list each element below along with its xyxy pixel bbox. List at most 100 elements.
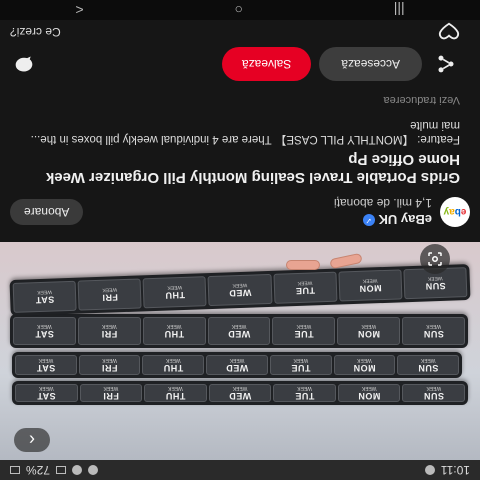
compartment-fri: FRI WEEK	[77, 317, 141, 345]
week-label: WEEK	[103, 385, 119, 391]
recents-icon[interactable]: |||	[394, 2, 405, 18]
seller-avatar[interactable]: ebay	[440, 197, 470, 227]
week-label: WEEK	[37, 288, 52, 296]
pin-description[interactable]: Feature: 【MONTHLY PILL CASE】 There are 4…	[10, 118, 460, 146]
signal-icon	[56, 466, 67, 474]
phone-screen: 10:11 72% ‹ SUN WEEK MON WEEK TUE WEEK WED WEEK…	[0, 0, 480, 480]
pill-capsule	[286, 260, 320, 270]
compartment-sun: SUN WEEK	[402, 317, 465, 345]
week-label: WEEK	[296, 323, 312, 329]
compartment-mon: MON WEEK	[337, 317, 401, 345]
week-label: WEEK	[297, 385, 312, 391]
week-label: WEEK	[229, 357, 245, 363]
day-label: MON	[358, 283, 382, 294]
week-label: WEEK	[38, 385, 54, 391]
compartment-sat: SAT WEEK	[12, 317, 76, 345]
compartment-mon: MON WEEK	[338, 269, 403, 302]
lens-icon	[428, 252, 442, 266]
day-label: FRI	[101, 363, 118, 373]
compartment-fri: FRI WEEK	[77, 278, 142, 311]
home-icon[interactable]: ○	[234, 2, 242, 18]
day-label: THU	[165, 391, 186, 401]
compartment-sat: SAT WEEK	[14, 384, 78, 402]
compartment-wed: WED WEEK	[207, 317, 271, 345]
week-label: WEEK	[168, 385, 183, 391]
compartment-fri: FRI WEEK	[78, 355, 141, 375]
compartment-tue: TUE WEEK	[273, 384, 336, 402]
day-label: TUE	[290, 363, 311, 373]
week-label: WEEK	[231, 323, 247, 329]
compartment-mon: MON WEEK	[337, 384, 401, 402]
week-label: WEEK	[293, 357, 309, 363]
week-label: WEEK	[426, 385, 442, 391]
day-label: TUE	[294, 329, 314, 339]
week-label: WEEK	[166, 323, 182, 329]
day-label: MON	[353, 363, 376, 373]
compartment-sat: SAT WEEK	[12, 280, 77, 313]
verified-icon: ✓	[362, 214, 375, 226]
week-label: WEEK	[37, 323, 52, 329]
compartment-mon: MON WEEK	[333, 355, 396, 375]
compartment-fri: FRI WEEK	[79, 384, 143, 402]
compartment-thu: THU WEEK	[144, 384, 207, 402]
save-button[interactable]: Salvează	[221, 47, 312, 81]
action-row: Accesează Salvează	[10, 46, 460, 82]
day-label: WED	[227, 329, 251, 339]
day-label: SAT	[35, 329, 54, 339]
follower-count: 1,4 mil. de abonați	[333, 196, 432, 211]
pill-organizer-row-1: SUN WEEK MON WEEK TUE WEEK WED WEEK THU WEEK FRI WE…	[12, 381, 468, 405]
compartment-thu: THU WEEK	[142, 276, 207, 309]
week-label: WEEK	[232, 281, 248, 289]
system-nav-bar: ||| ○ <	[0, 0, 480, 20]
status-right: 72%	[10, 463, 99, 477]
pill-organizer-row-3: SUN WEEK MON WEEK TUE WEEK WED WEEK THU WEEK FRI WE…	[10, 314, 468, 348]
day-label: SUN	[423, 329, 444, 339]
day-label: MON	[357, 329, 380, 339]
translate-link[interactable]: Vezi traducerea	[384, 94, 460, 106]
compartment-tue: TUE WEEK	[273, 271, 338, 304]
week-label: WEEK	[426, 323, 441, 329]
day-label: SUN	[417, 363, 439, 373]
location-icon	[88, 465, 99, 475]
reaction-prompt: Ce crezi?	[10, 25, 61, 39]
day-label: SUN	[424, 280, 446, 292]
week-label: WEEK	[362, 277, 378, 284]
clock: 10:11	[440, 463, 470, 477]
week-label: WEEK	[102, 357, 117, 363]
seller-name-row[interactable]: eBay UK ✓	[334, 213, 432, 228]
compartment-wed: WED WEEK	[208, 384, 272, 402]
compartment-tue: TUE WEEK	[272, 317, 336, 345]
day-label: SUN	[423, 391, 444, 401]
compartment-wed: WED WEEK	[206, 355, 268, 375]
comment-button[interactable]	[10, 50, 38, 78]
week-label: WEEK	[297, 279, 313, 286]
follow-button[interactable]: Abonare	[10, 199, 84, 225]
back-nav-icon[interactable]: <	[75, 2, 83, 18]
battery-level: 72%	[26, 463, 51, 477]
week-label: WEEK	[102, 286, 118, 293]
compartment-thu: THU WEEK	[142, 355, 205, 375]
week-label: WEEK	[101, 323, 117, 329]
pin-image[interactable]: ‹ SUN WEEK MON WEEK TUE WEEK WED WEEK THU WEEK FRI…	[0, 242, 480, 460]
compartment-tue: TUE WEEK	[269, 355, 332, 375]
day-label: MON	[357, 391, 381, 401]
day-label: FRI	[101, 292, 119, 303]
week-label: WEEK	[420, 357, 436, 363]
battery-icon	[10, 466, 20, 474]
week-label: WEEK	[357, 357, 372, 363]
day-label: SAT	[35, 294, 55, 306]
share-button[interactable]	[432, 50, 460, 78]
day-label: WED	[228, 391, 252, 401]
status-bar: 10:11 72%	[0, 460, 480, 480]
pin-title: Grids Portable Travel Sealing Monthly Pi…	[45, 151, 460, 186]
share-icon	[438, 55, 454, 73]
pill-capsule	[329, 252, 363, 270]
chevron-left-icon: ‹	[29, 430, 35, 450]
visual-search-button[interactable]	[420, 244, 450, 274]
visit-button[interactable]: Accesează	[319, 47, 422, 81]
seller-info: eBay UK ✓ 1,4 mil. de abonați	[334, 197, 432, 228]
heart-icon[interactable]	[438, 21, 460, 43]
compartment-sun: SUN WEEK	[402, 384, 465, 402]
day-label: THU	[164, 289, 186, 301]
back-button[interactable]: ‹	[14, 428, 50, 452]
